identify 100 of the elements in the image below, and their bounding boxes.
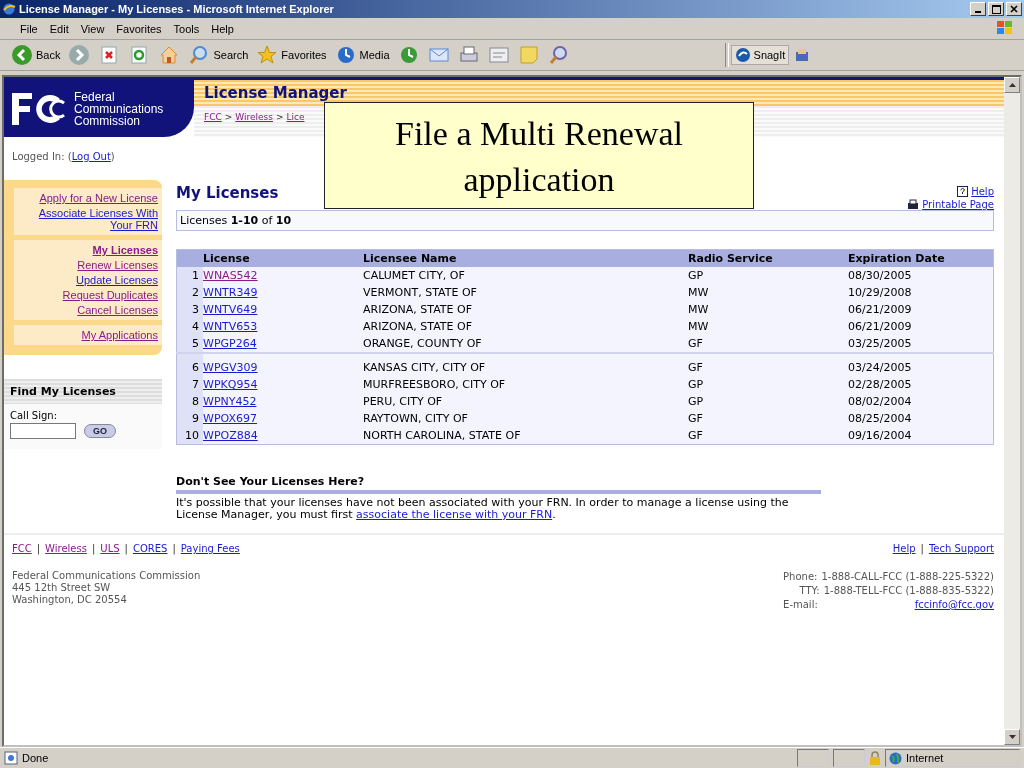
link-separator: | [920,543,924,554]
menu-item[interactable]: Tools [167,22,206,35]
license-link[interactable]: WPOZ884 [203,429,258,442]
license-link[interactable]: WPGP264 [203,337,257,350]
minimize-button[interactable] [970,2,986,16]
sidebar-link[interactable]: My Licenses [92,244,158,256]
breadcrumb-link[interactable]: Lice [286,112,305,122]
scroll-up-icon[interactable] [1008,83,1016,87]
help-icon [957,186,969,197]
breadcrumb-link[interactable]: FCC [204,112,222,122]
note-icon [517,44,540,66]
contact-value: 1-888-CALL-FCC (1-888-225-5322) [821,570,994,584]
sidebar-link[interactable]: Associate Licenses With Your FRN [18,207,158,231]
app-title: License Manager [204,84,347,102]
back-button[interactable]: Back [8,43,64,67]
table-cell: 03/24/2005 [848,353,994,376]
call-sign-field[interactable] [10,423,76,439]
menu-item[interactable]: Help [205,22,240,35]
table-cell: ARIZONA, STATE OF [363,318,688,335]
table-cell: 06/21/2009 [848,318,994,335]
footer-link[interactable]: Help [892,543,916,554]
menu-item[interactable]: File [14,22,44,35]
snagit-button[interactable]: SnagIt [730,45,790,65]
close-icon [1010,5,1018,13]
logged-in-label: Logged In: [12,151,65,162]
license-link[interactable]: WNTR349 [203,286,258,299]
maximize-button[interactable] [988,2,1004,16]
link-separator: | [91,543,96,554]
callout-note: File a Multi Renewal application [324,102,754,209]
license-link[interactable]: WNTV649 [203,303,258,316]
menu-item[interactable]: Favorites [110,22,168,35]
menu-item[interactable]: View [74,22,111,35]
row-number: 3 [176,301,203,318]
table-cell: ARIZONA, STATE OF [363,301,688,318]
footer-link[interactable]: Tech Support [928,543,994,554]
license-link[interactable]: WPKQ954 [203,378,258,391]
table-cell: NORTH CAROLINA, STATE OF [363,427,688,445]
go-button[interactable]: GO [84,424,116,438]
windows-flag-icon [996,20,1014,36]
help-link[interactable]: Help [971,186,994,197]
printer-icon [907,199,920,210]
star-icon [256,44,279,66]
table-cell: 09/16/2004 [848,427,994,445]
results-summary: Licenses 1-10 of 10 [176,210,994,231]
menu-item[interactable]: Edit [43,22,75,35]
printable-page-link[interactable]: Printable Page [922,199,994,210]
license-link[interactable]: WNAS542 [203,269,258,282]
footer-link[interactable]: ULS [100,543,120,554]
table-cell: GF [688,353,848,376]
footer-link[interactable]: FCC [12,543,32,554]
scroll-down-icon[interactable] [1008,735,1016,739]
table-cell: 03/25/2005 [848,335,994,353]
table-cell: 02/28/2005 [848,376,994,393]
row-number: 2 [176,284,203,301]
column-header: License [203,249,363,267]
agency-name: Federal [74,90,116,103]
contact-value: 1-888-TELL-FCC (1-888-835-5322) [823,584,994,598]
table-cell: GP [688,376,848,393]
license-link[interactable]: WNTV653 [203,320,258,333]
contact-label: E-mail: [783,598,818,612]
media-button[interactable]: Media [331,43,393,67]
table-cell: GF [688,427,848,445]
breadcrumb-separator: > [224,112,233,122]
notice-text: It's possible that your licenses have not been associated with your FRN. In order to manage a license using the License Manager, you must first associate the license with your FRN. [176,497,790,521]
footer-link[interactable]: Wireless [45,543,87,554]
notice-heading: Don't See Your Licenses Here? [176,475,821,494]
vertical-scrollbar[interactable] [1004,77,1020,745]
sidebar-link[interactable]: Request Duplicates [62,289,158,301]
breadcrumb-link[interactable]: Wireless [235,112,273,122]
maximize-icon [991,4,1001,14]
email-link[interactable]: fccinfo@fcc.gov [914,598,994,612]
close-button[interactable] [1006,2,1022,16]
table-cell: ORANGE, COUNTY OF [363,335,688,353]
license-link[interactable]: WPOX697 [203,412,257,425]
log-out-link[interactable]: Log Out [71,151,111,162]
table-cell: KANSAS CITY, CITY OF [363,353,688,376]
sidebar-link[interactable]: Renew Licenses [77,259,158,271]
search-button[interactable]: Search [185,43,252,67]
row-number: 9 [176,410,203,427]
address-line: Washington, DC 20554 [12,594,128,606]
license-link[interactable]: WPGV309 [203,361,258,374]
favorites-button[interactable]: Favorites [253,43,330,67]
sidebar-link[interactable]: Cancel Licenses [77,304,158,316]
browser-icon [2,2,16,16]
row-number: 8 [176,393,203,410]
footer-link[interactable]: CORES [132,543,168,554]
contact-label: Phone: [783,570,818,584]
footer-link[interactable]: Paying Fees [180,543,240,554]
table-cell: PERU, CITY OF [363,393,688,410]
status-text: Done [22,752,50,764]
row-number: 5 [176,335,203,353]
link-separator: | [124,543,128,554]
call-sign-label: Call Sign: [10,410,59,421]
license-link[interactable]: WPNY452 [203,395,257,408]
table-cell: MW [688,284,848,301]
sidebar-link[interactable]: Apply for a New License [39,192,158,204]
table-cell: GF [688,410,848,427]
parenthesis: ) [110,151,115,162]
page-icon [487,44,510,66]
sidebar-link[interactable]: Update Licenses [76,274,158,286]
